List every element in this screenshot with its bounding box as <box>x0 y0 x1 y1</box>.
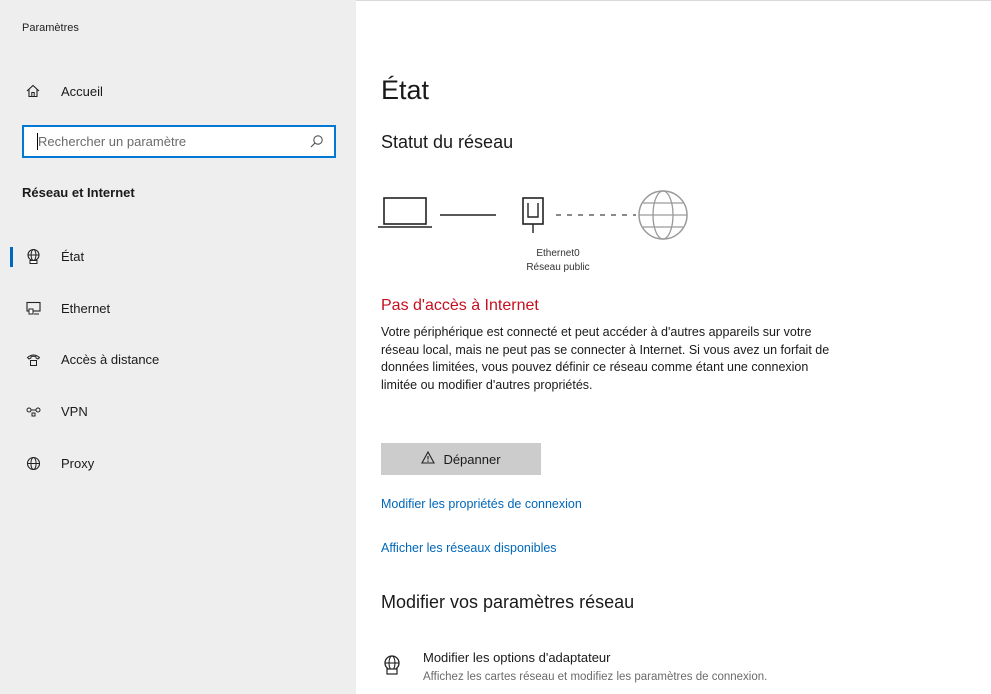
change-network-settings-title: Modifier vos paramètres réseau <box>381 592 635 612</box>
ethernet-port-icon <box>522 197 544 233</box>
sidebar-item-proxy[interactable]: Proxy <box>0 447 356 479</box>
home-icon <box>24 82 42 100</box>
sidebar-item-etat[interactable]: État <box>0 240 356 272</box>
ethernet-monitor-icon <box>24 299 42 317</box>
search-input[interactable] <box>24 134 294 149</box>
change-connection-properties-link[interactable]: Modifier les propriétés de connexion <box>381 497 582 511</box>
main-content: État Statut du réseau Ethernet0 Réseau p… <box>356 0 991 694</box>
search-field[interactable] <box>22 125 336 158</box>
warning-icon <box>421 450 436 467</box>
nav-home-label: Accueil <box>61 83 103 99</box>
adapter-name: Ethernet0 <box>536 248 580 259</box>
network-diagram: Ethernet0 Réseau public <box>378 185 738 280</box>
sidebar-item-label: Proxy <box>61 455 95 471</box>
internet-globe-icon <box>638 190 688 240</box>
sidebar-item-label: Accès à distance <box>61 351 160 367</box>
troubleshoot-label: Dépanner <box>443 451 501 467</box>
status-description: Votre périphérique est connecté et peut … <box>381 325 830 392</box>
troubleshoot-button[interactable]: Dépanner <box>381 443 541 475</box>
nav-home[interactable]: Accueil <box>0 75 356 107</box>
network-adapter-label: Ethernet0 Réseau public <box>518 247 598 275</box>
adapter-globe-icon <box>381 654 403 681</box>
adapter-options-description: Affichez les cartes réseau et modifiez l… <box>423 671 768 683</box>
sidebar-item-ethernet[interactable]: Ethernet <box>0 292 356 324</box>
laptop-icon <box>378 197 432 228</box>
network-diagram-graphic <box>378 190 688 240</box>
sidebar-section-title: Réseau et Internet <box>22 185 135 200</box>
network-status-title: Statut du réseau <box>381 132 514 152</box>
dialup-phone-icon <box>24 350 42 368</box>
sidebar-item-label: VPN <box>61 403 88 419</box>
sidebar-item-label: Ethernet <box>61 300 111 316</box>
show-available-networks-link[interactable]: Afficher les réseaux disponibles <box>381 541 557 555</box>
sidebar-item-vpn[interactable]: VPN <box>0 395 356 427</box>
app-title: Paramètres <box>22 22 79 34</box>
no-internet-status: Pas d'accès à Internet <box>381 297 539 314</box>
vpn-icon <box>24 402 42 420</box>
adapter-options-title: Modifier les options d'adaptateur <box>423 650 611 665</box>
change-adapter-options[interactable]: Modifier les options d'adaptateur Affich… <box>381 650 881 690</box>
page-title: État <box>381 75 430 105</box>
globe-network-icon <box>24 247 42 265</box>
text-caret <box>37 133 38 150</box>
search-icon[interactable] <box>309 134 324 154</box>
sidebar-item-label: État <box>61 248 85 264</box>
sidebar: Paramètres Accueil Réseau et Internet Ét… <box>0 0 356 694</box>
sidebar-item-acces-distance[interactable]: Accès à distance <box>0 343 356 375</box>
globe-icon <box>24 454 42 472</box>
network-profile: Réseau public <box>526 262 590 273</box>
